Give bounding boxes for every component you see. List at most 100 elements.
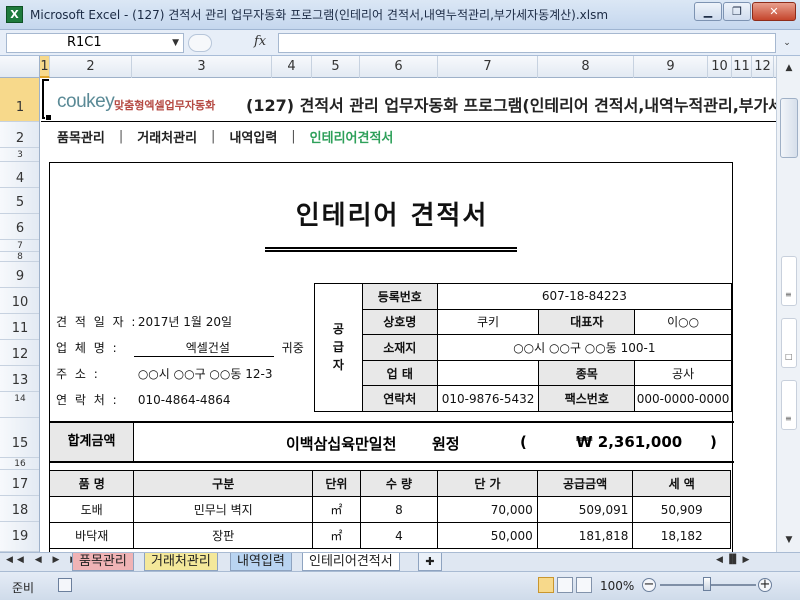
nav-item-history-input[interactable]: 내역입력 — [223, 127, 283, 146]
business-label: 업 태 — [361, 359, 438, 387]
item-quantity[interactable]: 4 — [359, 522, 439, 549]
nav-item-clients[interactable]: 거래처관리 — [131, 127, 203, 146]
column-header[interactable]: 2 — [50, 56, 132, 78]
page-layout-view-icon[interactable] — [557, 577, 573, 593]
row-header[interactable]: 3 — [0, 148, 39, 162]
company-value[interactable]: 엑셀건설 — [138, 339, 278, 356]
sheet-tab-items[interactable]: 품목관리 — [72, 553, 134, 571]
item-unit[interactable]: ㎡ — [312, 522, 361, 549]
supplier-address-value[interactable]: ○○시 ○○구 ○○동 100-1 — [436, 334, 733, 361]
sheet-tab-clients[interactable]: 거래처관리 — [144, 553, 218, 571]
contact-label: 연 락 처 : — [56, 393, 119, 407]
business-type-value[interactable]: 공사 — [634, 359, 732, 387]
row-header[interactable]: 8 — [0, 252, 39, 262]
restore-button[interactable]: ❐ — [723, 2, 751, 21]
row-header[interactable]: 18 — [0, 496, 39, 522]
zoom-slider-thumb[interactable] — [703, 577, 711, 591]
column-header[interactable]: 8 — [538, 56, 634, 78]
row-header[interactable]: 7 — [0, 240, 39, 252]
scroll-up-icon[interactable]: ▲ — [781, 60, 797, 76]
nav-item-interior-estimate[interactable]: 인테리어견적서 — [304, 127, 400, 146]
normal-view-icon[interactable] — [538, 577, 554, 593]
row-header[interactable]: 19 — [0, 522, 39, 552]
row-header[interactable]: 11 — [0, 314, 39, 340]
item-tax[interactable]: 50,909 — [632, 496, 731, 523]
row-header[interactable]: 2 — [0, 122, 39, 148]
item-category[interactable]: 장판 — [133, 522, 314, 549]
row-header[interactable]: 12 — [0, 340, 39, 366]
row-header[interactable]: 1 — [0, 78, 39, 122]
select-all-corner[interactable] — [0, 56, 40, 78]
column-header[interactable]: 9 — [634, 56, 708, 78]
column-header[interactable]: 12 — [752, 56, 774, 78]
zoom-level[interactable]: 100% — [600, 579, 634, 593]
estimate-date-value[interactable]: 2017년 1월 20일 — [138, 315, 232, 329]
column-header[interactable]: 4 — [272, 56, 312, 78]
item-supply-amount[interactable]: 181,818 — [536, 522, 634, 549]
name-box[interactable]: R1C1 ▼ — [6, 33, 184, 53]
supplier-phone-value[interactable]: 010-9876-5432 — [436, 385, 540, 412]
zoom-in-icon[interactable]: + — [758, 578, 772, 592]
side-panel-tab[interactable]: ≡ — [781, 380, 797, 430]
scroll-thumb[interactable] — [780, 98, 798, 158]
row-header[interactable]: 16 — [0, 458, 39, 470]
status-bar: 준비 100% − + — [0, 571, 800, 600]
item-unit-price[interactable]: 70,000 — [437, 496, 538, 523]
formula-input[interactable] — [278, 33, 776, 53]
total-amount-value[interactable]: ₩ 2,361,000 — [576, 433, 682, 451]
column-header[interactable]: 11 — [732, 56, 752, 78]
supplier-company-value[interactable]: 쿠키 — [436, 308, 540, 336]
item-unit[interactable]: ㎡ — [312, 496, 361, 523]
row-header[interactable]: 6 — [0, 214, 39, 240]
item-tax[interactable]: 18,182 — [632, 522, 731, 549]
horizontal-scrollbar[interactable]: ◀ ▐▌ ▶ — [716, 555, 800, 569]
worksheet-grid[interactable]: coukey 맞춤형엑셀업무자동화 (127) 견적서 관리 업무자동화 프로그… — [41, 78, 776, 552]
supplier-table: 공 급 자 등록번호 607-18-84223 상호명 쿠키 대표자 이○○ 소… — [314, 283, 733, 412]
address-value[interactable]: ○○시 ○○구 ○○동 12-3 — [138, 367, 273, 381]
item-name[interactable]: 도배 — [48, 496, 135, 523]
row-header[interactable]: 13 — [0, 366, 39, 392]
row-header[interactable]: 5 — [0, 188, 39, 214]
row-header[interactable]: 4 — [0, 162, 39, 188]
scroll-down-icon[interactable]: ▼ — [781, 532, 797, 548]
item-unit-price[interactable]: 50,000 — [437, 522, 538, 549]
zoom-out-icon[interactable]: − — [642, 578, 656, 592]
column-header[interactable]: 10 — [708, 56, 732, 78]
item-name[interactable]: 바닥재 — [48, 522, 135, 549]
item-category[interactable]: 민무늬 벽지 — [133, 496, 314, 523]
nav-item-items[interactable]: 품목관리 — [51, 127, 111, 146]
vertical-scrollbar[interactable]: ▲ ≡ □ ≡ ▼ — [776, 56, 800, 552]
fax-value[interactable]: 000-0000-0000 — [634, 385, 732, 412]
row-header[interactable]: 17 — [0, 470, 39, 496]
macro-record-icon[interactable] — [58, 578, 72, 592]
page-break-view-icon[interactable] — [576, 577, 592, 593]
total-amount-words[interactable]: 이백삼십육만일천 — [286, 433, 396, 454]
reg-no-value[interactable]: 607-18-84223 — [436, 283, 733, 310]
minimize-button[interactable]: ▁ — [694, 2, 722, 21]
chevron-down-icon[interactable]: ▼ — [172, 34, 179, 52]
column-header[interactable]: 1 — [40, 56, 50, 78]
column-header[interactable]: 6 — [360, 56, 438, 78]
contact-value[interactable]: 010-4864-4864 — [138, 393, 231, 407]
sheet-tab-history-input[interactable]: 내역입력 — [230, 553, 292, 571]
sheet-tab-interior-estimate[interactable]: 인테리어견적서 — [302, 553, 400, 571]
insert-function-icon[interactable]: fx — [254, 34, 266, 49]
item-supply-amount[interactable]: 509,091 — [536, 496, 634, 523]
row-header[interactable]: 9 — [0, 262, 39, 288]
column-header[interactable]: 3 — [132, 56, 272, 78]
business-value[interactable] — [436, 359, 540, 387]
column-header[interactable]: 5 — [312, 56, 360, 78]
item-quantity[interactable]: 8 — [359, 496, 439, 523]
side-panel-tab[interactable]: ≡ — [781, 256, 797, 306]
expand-formula-bar-icon[interactable]: ⌄ — [780, 35, 794, 51]
total-paren-close: ) — [710, 433, 717, 451]
ceo-value[interactable]: 이○○ — [634, 308, 732, 336]
row-header[interactable]: 15 — [0, 418, 39, 458]
excel-app-icon[interactable]: X — [6, 6, 23, 23]
new-sheet-icon[interactable]: ✚ — [418, 553, 442, 571]
side-panel-tab[interactable]: □ — [781, 318, 797, 368]
column-header[interactable]: 7 — [438, 56, 538, 78]
row-header[interactable]: 10 — [0, 288, 39, 314]
row-header[interactable]: 14 — [0, 392, 39, 418]
close-button[interactable]: ✕ — [752, 2, 796, 21]
